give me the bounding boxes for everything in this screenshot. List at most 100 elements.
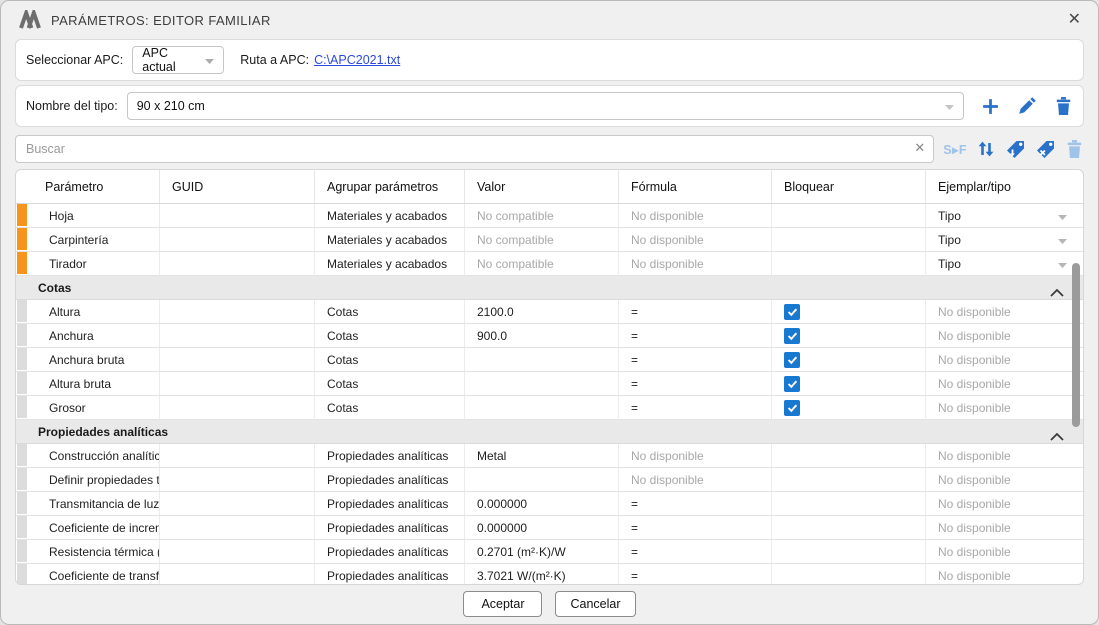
param-group-cell[interactable]: Cotas <box>315 348 465 372</box>
remove-shared-parameter-button[interactable] <box>1035 139 1056 160</box>
param-instance-type-cell[interactable]: No disponible <box>926 372 1083 396</box>
table-row[interactable]: Tirador Materiales y acabados No compati… <box>16 252 1083 276</box>
param-group-cell[interactable]: Propiedades analíticas <box>315 492 465 516</box>
col-header-bloquear[interactable]: Bloquear <box>772 170 926 204</box>
param-value-cell[interactable] <box>465 396 619 420</box>
param-instance-type-cell[interactable]: No disponible <box>926 396 1083 420</box>
col-header-parametro[interactable]: Parámetro <box>16 170 160 204</box>
param-group-cell[interactable]: Propiedades analíticas <box>315 444 465 468</box>
param-guid-cell[interactable] <box>160 396 315 420</box>
param-formula-cell[interactable]: = <box>619 492 772 516</box>
table-row[interactable]: Grosor Cotas = No disponible <box>16 396 1083 420</box>
param-formula-cell[interactable]: = <box>619 372 772 396</box>
param-instance-type-cell[interactable]: No disponible <box>926 300 1083 324</box>
param-instance-type-cell[interactable]: No disponible <box>926 540 1083 564</box>
param-group-cell[interactable]: Cotas <box>315 324 465 348</box>
param-guid-cell[interactable] <box>160 252 315 276</box>
param-formula-cell[interactable]: = <box>619 540 772 564</box>
table-row[interactable]: Construcción analítica Propiedades analí… <box>16 444 1083 468</box>
param-formula-cell[interactable]: No disponible <box>619 228 772 252</box>
clear-search-icon[interactable]: ✕ <box>914 140 925 157</box>
table-row[interactable]: Coeficiente de transfere Propiedades ana… <box>16 564 1083 585</box>
table-section-row[interactable]: Cotas <box>16 276 1083 300</box>
delete-type-button[interactable] <box>1054 96 1073 116</box>
col-header-valor[interactable]: Valor <box>465 170 619 204</box>
edit-type-button[interactable] <box>1017 96 1037 116</box>
param-value-cell[interactable] <box>465 468 619 492</box>
param-formula-cell[interactable]: = <box>619 564 772 585</box>
param-group-cell[interactable]: Materiales y acabados <box>315 252 465 276</box>
param-guid-cell[interactable] <box>160 300 315 324</box>
param-value-cell[interactable]: 3.7021 W/(m²·K) <box>465 564 619 585</box>
col-header-formula[interactable]: Fórmula <box>619 170 772 204</box>
param-instance-type-cell[interactable]: Tipo <box>926 252 1083 276</box>
param-group-cell[interactable]: Materiales y acabados <box>315 204 465 228</box>
sort-parameters-button[interactable] <box>976 139 996 159</box>
table-row[interactable]: Carpintería Materiales y acabados No com… <box>16 228 1083 252</box>
table-row[interactable]: Resistencia térmica (R) Propiedades anal… <box>16 540 1083 564</box>
search-to-filter-icon[interactable]: S▸F <box>943 142 967 157</box>
param-formula-cell[interactable]: = <box>619 516 772 540</box>
param-value-cell[interactable]: Metal <box>465 444 619 468</box>
vertical-scrollbar-thumb[interactable] <box>1072 263 1080 427</box>
table-row[interactable]: Definir propiedades térm Propiedades ana… <box>16 468 1083 492</box>
accept-button[interactable]: Aceptar <box>463 591 542 617</box>
param-formula-cell[interactable]: = <box>619 396 772 420</box>
param-formula-cell[interactable]: = <box>619 348 772 372</box>
param-guid-cell[interactable] <box>160 492 315 516</box>
param-group-cell[interactable]: Propiedades analíticas <box>315 540 465 564</box>
add-shared-parameter-button[interactable] <box>1005 139 1026 160</box>
param-instance-type-cell[interactable]: No disponible <box>926 468 1083 492</box>
param-value-cell[interactable] <box>465 348 619 372</box>
apc-path-link[interactable]: C:\APC2021.txt <box>314 53 400 67</box>
param-guid-cell[interactable] <box>160 372 315 396</box>
param-formula-cell[interactable]: No disponible <box>619 468 772 492</box>
param-instance-type-cell[interactable]: No disponible <box>926 444 1083 468</box>
col-header-guid[interactable]: GUID <box>160 170 315 204</box>
param-instance-type-cell[interactable]: No disponible <box>926 516 1083 540</box>
type-name-selector[interactable]: 90 x 210 cm <box>127 92 964 120</box>
table-section-row[interactable]: Propiedades analíticas <box>16 420 1083 444</box>
param-guid-cell[interactable] <box>160 228 315 252</box>
param-group-cell[interactable]: Propiedades analíticas <box>315 564 465 585</box>
lock-checkbox[interactable] <box>784 328 800 344</box>
close-icon[interactable]: ✕ <box>1068 12 1081 28</box>
param-group-cell[interactable]: Materiales y acabados <box>315 228 465 252</box>
lock-checkbox[interactable] <box>784 304 800 320</box>
add-type-button[interactable] <box>981 97 1000 116</box>
param-guid-cell[interactable] <box>160 204 315 228</box>
chevron-down-icon[interactable] <box>1058 257 1067 271</box>
table-row[interactable]: Hoja Materiales y acabados No compatible… <box>16 204 1083 228</box>
col-header-agrupar[interactable]: Agrupar parámetros <box>315 170 465 204</box>
chevron-down-icon[interactable] <box>1058 209 1067 223</box>
param-value-cell[interactable]: 900.0 <box>465 324 619 348</box>
param-guid-cell[interactable] <box>160 444 315 468</box>
param-instance-type-cell[interactable]: Tipo <box>926 204 1083 228</box>
chevron-up-icon[interactable] <box>1050 428 1064 446</box>
param-formula-cell[interactable]: No disponible <box>619 204 772 228</box>
param-formula-cell[interactable]: No disponible <box>619 252 772 276</box>
param-guid-cell[interactable] <box>160 468 315 492</box>
cancel-button[interactable]: Cancelar <box>555 591 635 617</box>
param-group-cell[interactable]: Cotas <box>315 396 465 420</box>
param-value-cell[interactable] <box>465 372 619 396</box>
param-group-cell[interactable]: Propiedades analíticas <box>315 516 465 540</box>
param-guid-cell[interactable] <box>160 348 315 372</box>
param-instance-type-cell[interactable]: No disponible <box>926 324 1083 348</box>
lock-checkbox[interactable] <box>784 352 800 368</box>
param-guid-cell[interactable] <box>160 564 315 585</box>
param-value-cell[interactable]: 0.000000 <box>465 492 619 516</box>
param-guid-cell[interactable] <box>160 540 315 564</box>
param-formula-cell[interactable]: = <box>619 300 772 324</box>
chevron-up-icon[interactable] <box>1050 284 1064 302</box>
param-formula-cell[interactable]: No disponible <box>619 444 772 468</box>
param-guid-cell[interactable] <box>160 324 315 348</box>
table-row[interactable]: Anchura Cotas 900.0 = No disponible <box>16 324 1083 348</box>
param-instance-type-cell[interactable]: No disponible <box>926 348 1083 372</box>
param-value-cell[interactable]: 2100.0 <box>465 300 619 324</box>
param-guid-cell[interactable] <box>160 516 315 540</box>
param-value-cell[interactable]: 0.000000 <box>465 516 619 540</box>
param-value-cell[interactable]: 0.2701 (m²·K)/W <box>465 540 619 564</box>
table-row[interactable]: Altura Cotas 2100.0 = No disponible <box>16 300 1083 324</box>
search-input[interactable] <box>15 135 934 163</box>
